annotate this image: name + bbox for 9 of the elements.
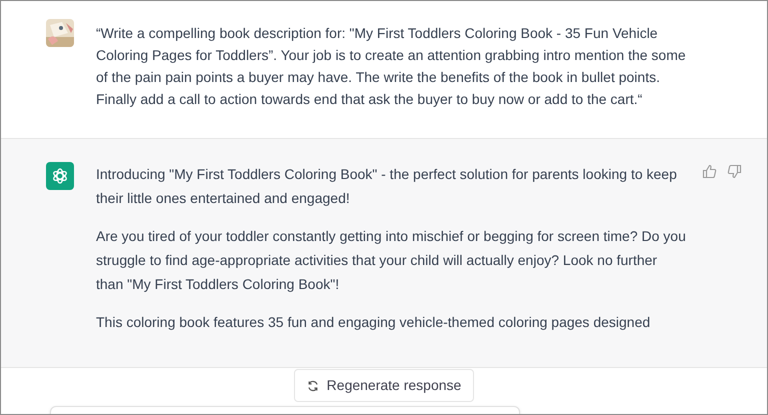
assistant-avatar-icon: [46, 162, 74, 190]
message-text: “Write a compelling book description for: "My First Toddlers Coloring Book - 35 Fun Vehicle Coloring Pages for Toddlers”. Your job is to create an attention grabbing intro mention the some of the pain pain points a buyer may have. The write the benefits of the book in bullet points. Finally add a call to action towards end that ask the buyer to buy now or add to the cart.“: [96, 24, 687, 109]
message-text: Introducing "My First Toddlers Coloring Book" - the perfect solution for parents looking to keep their little ones entertained and engaged!: [96, 165, 678, 208]
thumbs-up-icon[interactable]: [702, 164, 717, 179]
message-text: This coloring book features 35 fun and engaging vehicle-themed coloring pages designed: [96, 313, 652, 332]
message-text: Are you tired of your toddler constantly getting into mischief or begging for screen time? Do you struggle to find age-appropriate activities that your child will actually enjoy? Look no further than "My First Toddlers Coloring Book"!: [96, 227, 687, 294]
refresh-icon: [306, 380, 319, 392]
thumbs-down-icon[interactable]: [727, 164, 742, 179]
regenerate-button[interactable]: Regenerate response: [294, 369, 474, 402]
